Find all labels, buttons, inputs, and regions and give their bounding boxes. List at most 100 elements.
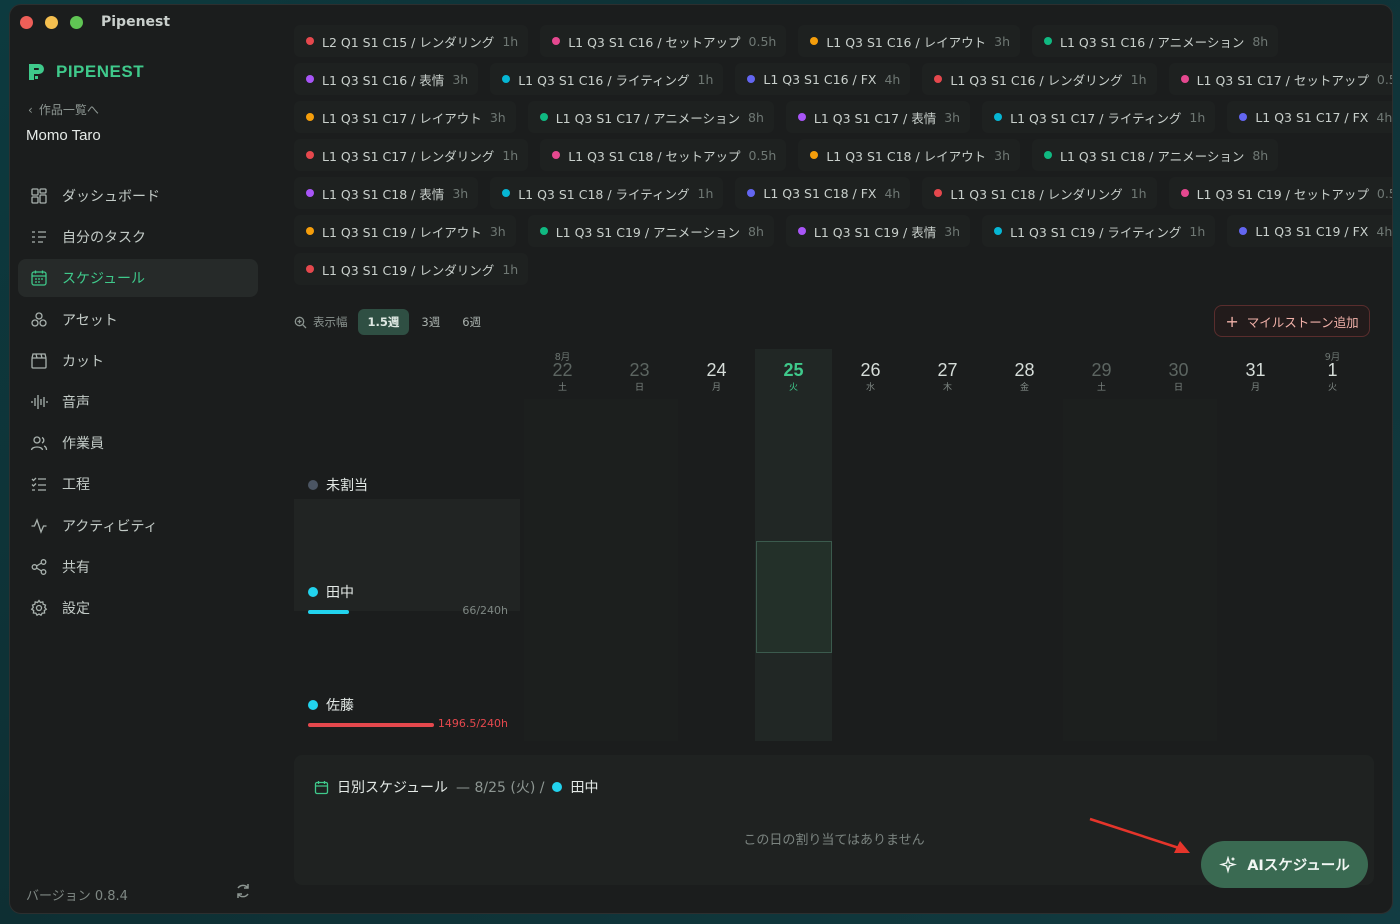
sidebar-item-dashboard[interactable]: ダッシュボード: [18, 177, 258, 215]
sidebar-item-label: 共有: [62, 559, 90, 576]
task-chip[interactable]: L1 Q3 S1 C18 / FX 4h: [735, 177, 911, 209]
close-window-button[interactable]: [20, 15, 33, 29]
sidebar-item-checklist[interactable]: 工程: [18, 465, 258, 503]
weekday-label: 火: [1327, 383, 1337, 393]
sidebar-item-share[interactable]: 共有: [18, 548, 258, 586]
task-chip[interactable]: L1 Q3 S1 C18 / レンダリング 1h: [922, 177, 1157, 209]
day-number: 30: [1168, 360, 1189, 380]
worker-name: 田中: [326, 585, 354, 601]
refresh-icon[interactable]: [234, 882, 252, 900]
sidebar-item-label: アセット: [62, 312, 118, 329]
maximize-window-button[interactable]: [70, 15, 83, 29]
sidebar-item-activity[interactable]: アクティビティ: [18, 507, 258, 545]
worker-row[interactable]: 佐藤: [294, 695, 520, 715]
task-chip[interactable]: L1 Q3 S1 C19 / セットアップ 0.5h: [1168, 177, 1392, 209]
worker-row[interactable]: 未割当: [294, 475, 520, 495]
day-header[interactable]: 25 火: [755, 349, 832, 393]
task-chip[interactable]: L2 Q1 S1 C15 / レンダリング 1h: [294, 25, 529, 57]
worker-color-dot: [308, 587, 318, 597]
task-row: L1 Q3 S1 C16 / 表情 3h L1 Q3 S1 C16 / ライティング…: [294, 63, 1392, 95]
assets-icon: [30, 311, 48, 329]
day-header[interactable]: 30 日: [1140, 349, 1217, 393]
range-option[interactable]: 1.5週: [357, 309, 410, 335]
sidebar-item-label: 音声: [62, 394, 90, 411]
sidebar-item-users[interactable]: 作業員: [18, 424, 258, 462]
task-chip[interactable]: L1 Q3 S1 C17 / レイアウト 3h: [294, 101, 516, 133]
worker-row[interactable]: 田中: [294, 582, 520, 602]
sidebar-item-task-list[interactable]: 自分のタスク: [18, 218, 258, 256]
range-option[interactable]: 6週: [452, 309, 491, 335]
worker-name-row: 田中: [294, 582, 520, 602]
task-name: L1 Q3 S1 C17 / ライティング: [1010, 110, 1182, 126]
task-color-dot: [994, 113, 1003, 121]
task-color-dot: [1239, 113, 1248, 121]
weekday-label: 土: [1096, 383, 1106, 393]
sidebar-item-assets[interactable]: アセット: [18, 301, 258, 339]
task-chip[interactable]: L1 Q3 S1 C19 / レンダリング 1h: [294, 253, 529, 285]
task-chip[interactable]: L1 Q3 S1 C19 / ライティング 1h: [982, 215, 1216, 247]
day-header[interactable]: 28 金: [986, 349, 1063, 393]
task-chip[interactable]: L1 Q3 S1 C16 / FX 4h: [735, 63, 911, 95]
day-header[interactable]: 29 土: [1063, 349, 1140, 393]
task-row: L1 Q3 S1 C17 / レイアウト 3h L1 Q3 S1 C17 / アニメ…: [294, 101, 1392, 133]
day-number: 29: [1091, 360, 1112, 380]
sidebar-item-label: ダッシュボード: [62, 189, 160, 205]
range-selector: 1.5週 3週 6週: [357, 309, 492, 335]
back-to-projects-link[interactable]: ‹ 作品一覧へ: [28, 101, 99, 118]
range-option[interactable]: 3週: [411, 309, 450, 335]
task-color-dot: [1044, 37, 1053, 45]
sidebar-item-gear[interactable]: 設定: [18, 589, 258, 627]
task-chip[interactable]: L1 Q3 S1 C17 / レンダリング 1h: [294, 139, 529, 171]
task-chip[interactable]: L1 Q3 S1 C19 / 表情 3h: [785, 215, 971, 247]
task-chip[interactable]: L1 Q3 S1 C17 / アニメーション 8h: [527, 101, 774, 133]
sidebar-item-calendar[interactable]: スケジュール: [18, 259, 258, 298]
month-label: [909, 349, 986, 360]
task-chip[interactable]: L1 Q3 S1 C18 / レイアウト 3h: [798, 139, 1021, 171]
task-chip[interactable]: L1 Q3 S1 C16 / レンダリング 1h: [922, 63, 1157, 95]
task-name: L1 Q3 S1 C17 / アニメーション: [555, 110, 741, 126]
task-chip[interactable]: L1 Q3 S1 C16 / セットアップ 0.5h: [540, 25, 787, 57]
day-header[interactable]: 26 水: [832, 349, 909, 393]
day-header[interactable]: 23 日: [601, 349, 678, 393]
sidebar-item-clapperboard[interactable]: カット: [18, 342, 258, 380]
task-chip[interactable]: L1 Q3 S1 C18 / ライティング 1h: [490, 177, 724, 209]
task-chip[interactable]: L1 Q3 S1 C19 / レイアウト 3h: [294, 215, 516, 247]
task-hours: 1h: [697, 185, 714, 201]
ai-schedule-button[interactable]: AIスケジュール: [1201, 841, 1368, 888]
day-header[interactable]: 31 月: [1217, 349, 1294, 393]
task-chip[interactable]: L1 Q3 S1 C17 / 表情 3h: [785, 101, 971, 133]
brand[interactable]: PIPENEST: [26, 61, 144, 83]
task-chip[interactable]: L1 Q3 S1 C16 / レイアウト 3h: [798, 25, 1021, 57]
task-color-dot: [306, 265, 314, 273]
day-header[interactable]: 8月 22 土: [524, 349, 601, 393]
selected-day-cell[interactable]: [756, 541, 832, 653]
task-chip[interactable]: L1 Q3 S1 C16 / 表情 3h: [294, 63, 479, 95]
minimize-window-button[interactable]: [45, 15, 58, 29]
task-chip[interactable]: L1 Q3 S1 C17 / FX 4h: [1227, 101, 1392, 133]
task-hours: 8h: [1252, 33, 1269, 49]
task-row: L1 Q3 S1 C19 / レンダリング 1h: [294, 253, 529, 285]
task-chip[interactable]: L1 Q3 S1 C18 / アニメーション 8h: [1032, 139, 1279, 171]
app-title: Pipenest: [101, 14, 171, 30]
task-chip[interactable]: L1 Q3 S1 C19 / FX 4h: [1227, 215, 1392, 247]
day-number: 25: [783, 360, 804, 380]
task-chip[interactable]: L1 Q3 S1 C19 / アニメーション 8h: [527, 215, 774, 247]
weekday-label: 日: [634, 383, 644, 393]
task-chip[interactable]: L1 Q3 S1 C16 / ライティング 1h: [490, 63, 724, 95]
task-chip[interactable]: L1 Q3 S1 C16 / アニメーション 8h: [1032, 25, 1279, 57]
task-chip[interactable]: L1 Q3 S1 C17 / ライティング 1h: [982, 101, 1216, 133]
day-header[interactable]: 9月 1 火: [1294, 349, 1371, 393]
task-hours: 8h: [1252, 147, 1269, 163]
add-milestone-button[interactable]: + マイルストーン追加: [1214, 305, 1370, 337]
task-color-dot: [306, 189, 314, 197]
task-chip[interactable]: L1 Q3 S1 C17 / セットアップ 0.5h: [1168, 63, 1392, 95]
task-name: L1 Q3 S1 C19 / セットアップ: [1196, 186, 1369, 202]
task-chip[interactable]: L1 Q3 S1 C18 / セットアップ 0.5h: [540, 139, 787, 171]
day-header[interactable]: 27 木: [909, 349, 986, 393]
sidebar-item-audio-wave[interactable]: 音声: [18, 383, 258, 421]
sparkle-icon: [1219, 855, 1238, 874]
day-header[interactable]: 24 月: [678, 349, 755, 393]
day-number: 28: [1014, 360, 1035, 380]
task-color-dot: [797, 113, 806, 121]
task-chip[interactable]: L1 Q3 S1 C18 / 表情 3h: [294, 177, 479, 209]
